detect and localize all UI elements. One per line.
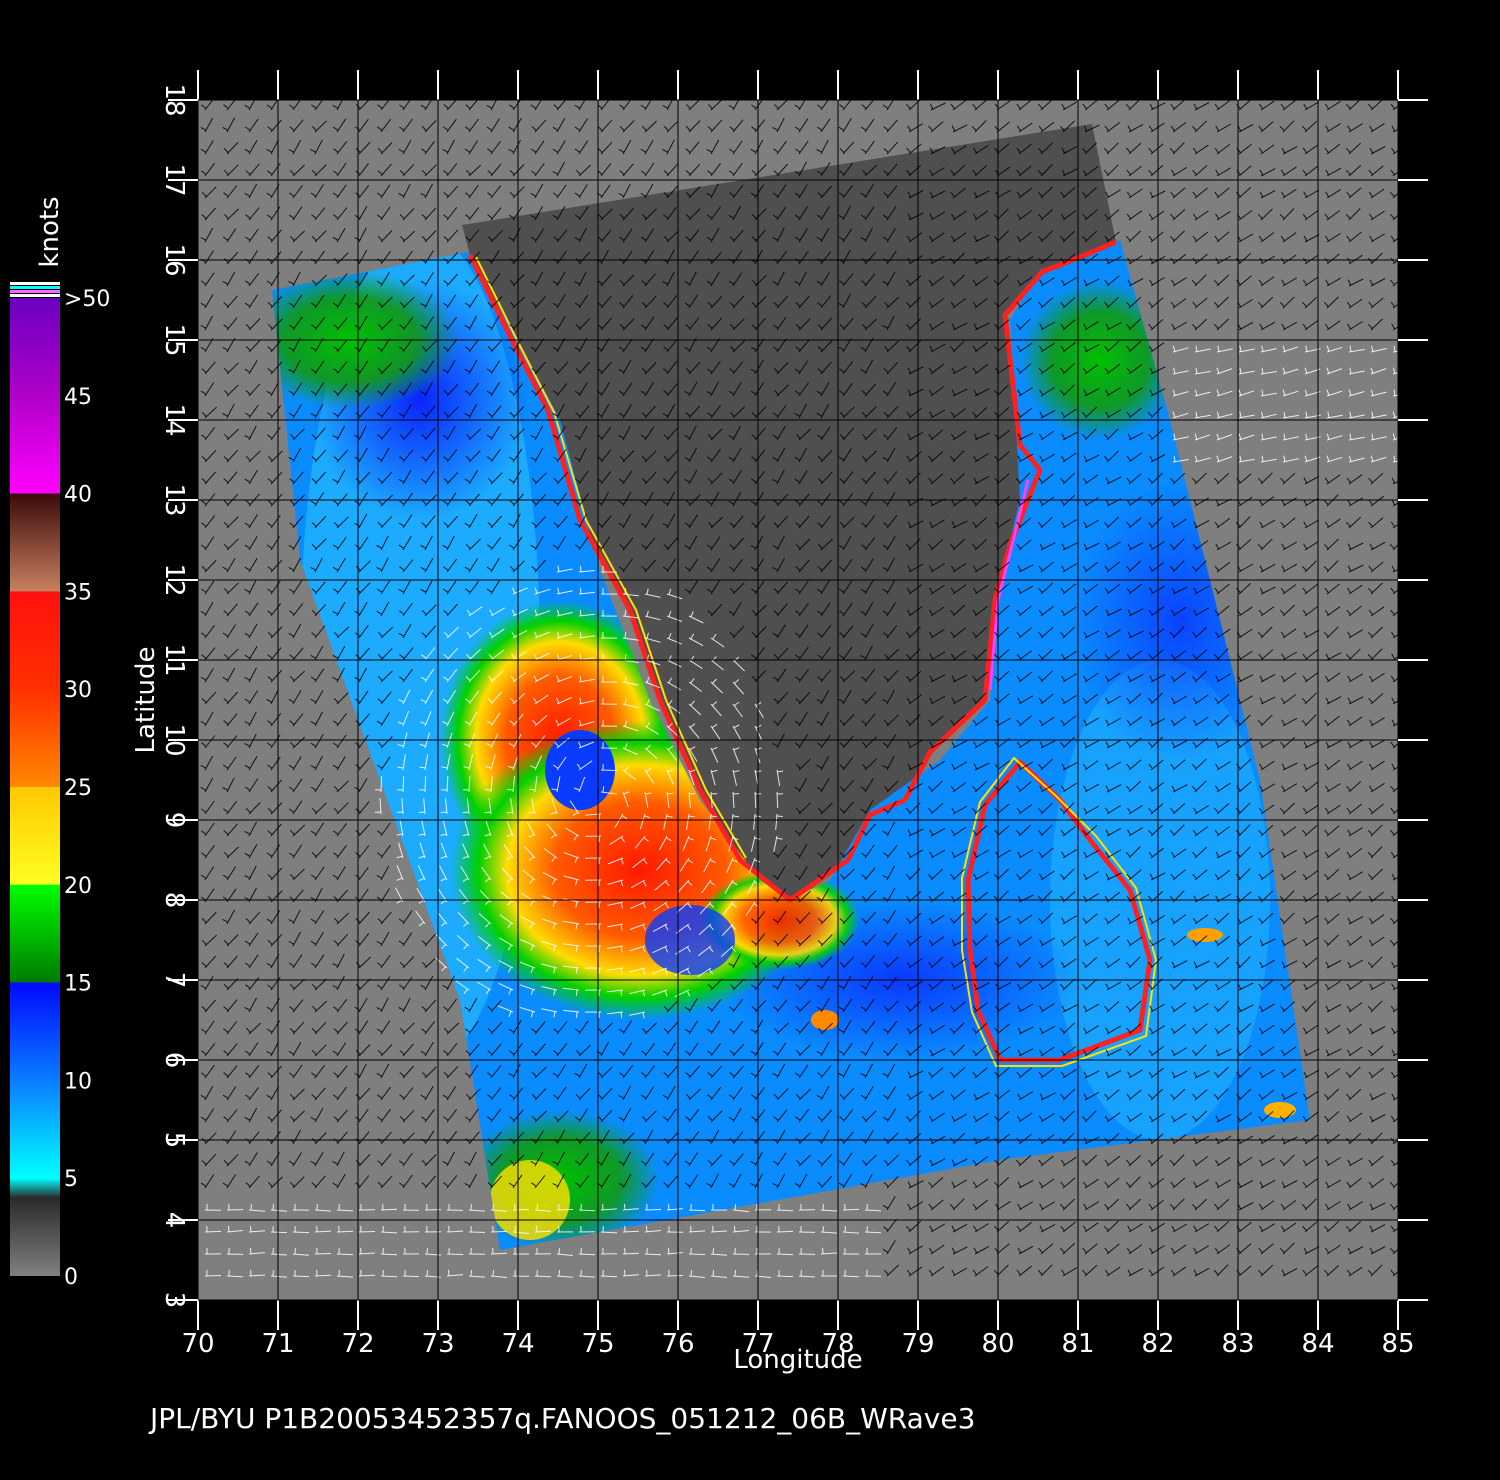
wind-barb-flag <box>462 811 469 814</box>
wind-barb-flag <box>418 811 425 813</box>
wind-barb-flag <box>620 990 623 997</box>
wind-barb-flag <box>529 788 536 791</box>
wind-barb-flag <box>602 786 605 793</box>
wind-barb-flag <box>579 609 582 616</box>
wind-barb-flag <box>579 587 582 594</box>
wind-barb-flag <box>575 989 578 996</box>
wind-barb-flag <box>624 588 627 595</box>
wind-barb-flag <box>440 811 447 814</box>
wind-map-figure: 70 71 72 73 74 75 76 77 78 79 80 81 82 83 84 85 3456789… <box>10 70 1428 1375</box>
wind-barb-flag <box>624 610 627 617</box>
wind-barb-flag <box>620 1012 623 1019</box>
wind-barb-flag <box>689 793 696 795</box>
wind-barb-flag <box>575 1011 578 1018</box>
wind-barb-flag <box>579 565 582 572</box>
wind-barb-flag <box>575 967 578 974</box>
wind-barb-flag <box>776 815 783 817</box>
wind-barb-flag <box>710 815 717 818</box>
wind-barb-flag <box>667 792 674 795</box>
wind-barb-flag <box>732 815 739 818</box>
wind-barb-flag <box>507 789 514 791</box>
